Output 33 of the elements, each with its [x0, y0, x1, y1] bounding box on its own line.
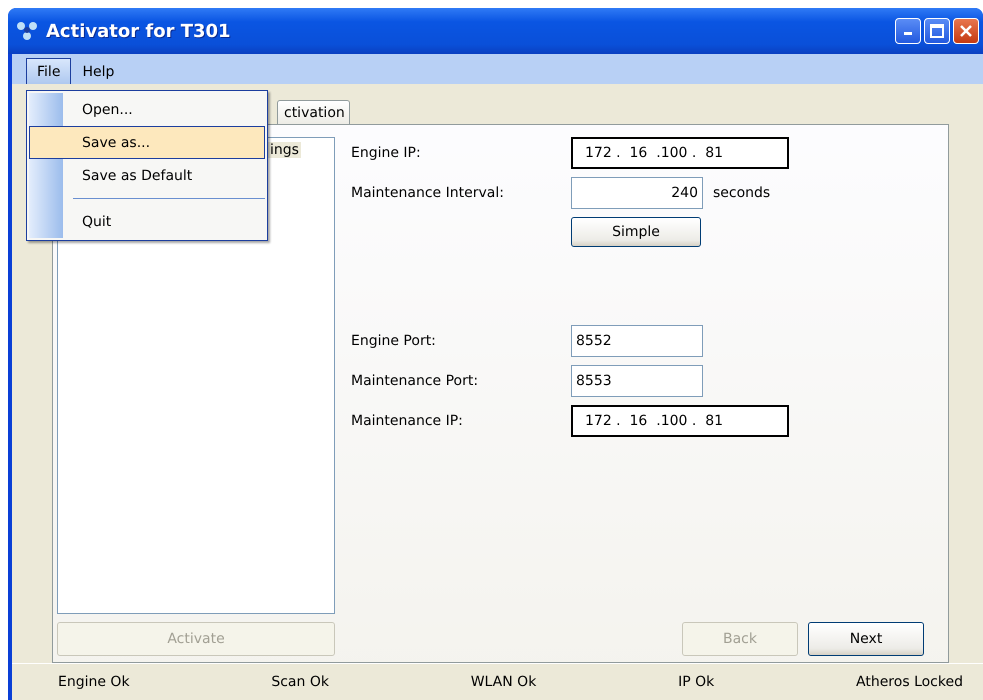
- field-label: Maintenance Port:: [351, 373, 480, 389]
- port-field[interactable]: 8553: [571, 365, 703, 397]
- menu-entry[interactable]: Quit: [29, 205, 265, 238]
- minimize-button[interactable]: [895, 18, 921, 44]
- menu-entry[interactable]: Save as Default: [29, 159, 265, 192]
- menu-entry[interactable]: Open...: [29, 93, 265, 126]
- next-button[interactable]: Next: [808, 622, 924, 656]
- menu-entry[interactable]: Save as...: [29, 126, 265, 159]
- field-label: Maintenance Interval:: [351, 185, 505, 201]
- window-title: Activator for T301: [46, 20, 232, 42]
- menu-item[interactable]: Help: [71, 58, 126, 84]
- list-item[interactable]: ings: [268, 142, 301, 158]
- ip-address-field[interactable]: 172 . 16 .100 . 81: [571, 405, 789, 437]
- maximize-button[interactable]: [924, 18, 950, 44]
- maximize-icon: [930, 24, 944, 38]
- status-text: WLAN Ok: [470, 674, 536, 690]
- field-label: Engine Port:: [351, 333, 437, 349]
- status-text: IP Ok: [678, 674, 714, 690]
- tab[interactable]: ctivation: [277, 100, 350, 124]
- unit-label: seconds: [713, 185, 770, 201]
- app-icon: [16, 21, 38, 41]
- status-text: Engine Ok: [58, 674, 130, 690]
- ip-address-field[interactable]: 172 . 16 .100 . 81: [571, 137, 789, 169]
- status-text: Atheros Locked: [856, 674, 963, 690]
- interval-field[interactable]: 240: [571, 177, 703, 209]
- status-text: Scan Ok: [271, 674, 329, 690]
- field-label: Engine IP:: [351, 145, 422, 161]
- close-button[interactable]: [953, 18, 979, 44]
- menu-item[interactable]: File: [26, 58, 72, 84]
- simple-button[interactable]: Simple: [571, 217, 701, 247]
- close-icon: [959, 24, 973, 38]
- field-label: Maintenance IP:: [351, 413, 464, 429]
- port-field[interactable]: 8552: [571, 325, 703, 357]
